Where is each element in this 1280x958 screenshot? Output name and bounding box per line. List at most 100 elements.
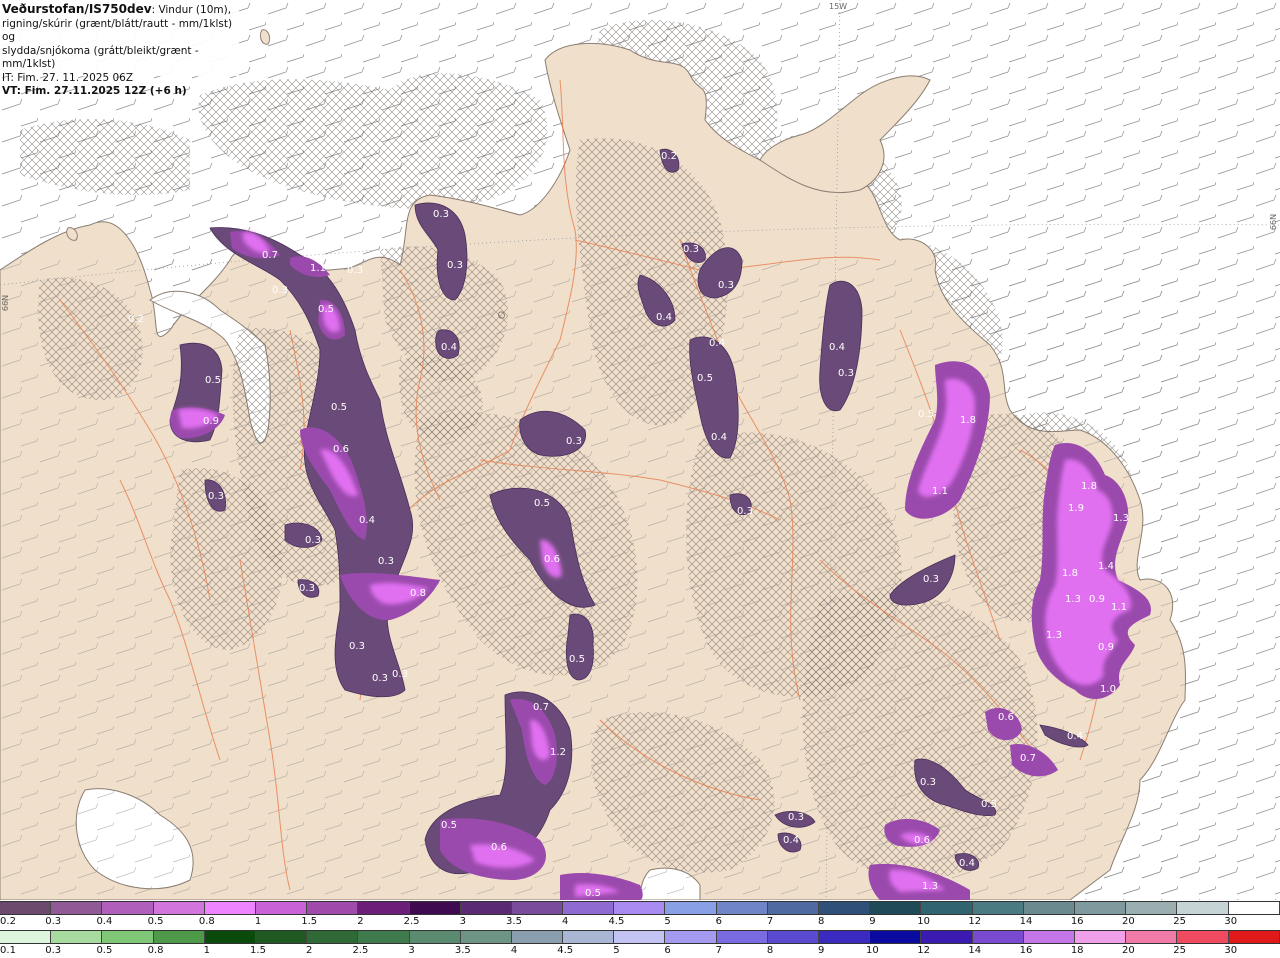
precip-value: 0.6: [333, 444, 349, 455]
legend-snow-swatch: [307, 902, 359, 914]
legend-rain-label: 1: [203, 945, 210, 956]
precip-value: 0.9: [1098, 642, 1114, 653]
legend-rain-label: 6: [664, 945, 671, 956]
precip-value: 0.3: [737, 506, 753, 517]
precip-value: 0.3: [349, 641, 365, 652]
precip-value: 1.0: [1100, 684, 1116, 695]
precip-value: 0.4: [656, 312, 672, 323]
map-header: Veðurstofan/IS750dev: Vindur (10m), rign…: [0, 0, 239, 97]
snow-legend-bar: [0, 901, 1280, 915]
meridian-label: 15W: [829, 2, 847, 11]
legend-rain-swatch: [460, 931, 512, 943]
precip-value: 0.4: [783, 835, 799, 846]
legend-rain-swatch: [716, 931, 768, 943]
legend-snow-swatch: [51, 902, 103, 914]
precip-value: 0.3: [347, 265, 363, 276]
legend-rain-label: 18: [1070, 945, 1084, 956]
legend-rain-swatch: [1126, 931, 1178, 943]
precip-value: 0.4: [711, 432, 727, 443]
snow-legend-labels: 0.2 0.3 0.4 0.5 0.8 1 1.5 2 2.5 3 3.5 4 4.5 5 6 7 8 9 10 12…: [0, 915, 1280, 929]
precip-value: 0.3: [378, 556, 394, 567]
legend-rain-swatch: [511, 931, 564, 943]
legend-rain-label: 2.5: [352, 945, 369, 956]
legend-snow-swatch: [460, 902, 512, 914]
legend-snow-swatch: [358, 902, 410, 914]
precip-value: 0.4: [441, 342, 457, 353]
legend-rain-label: 10: [866, 945, 879, 956]
legend-snow-label: 0.3: [45, 916, 62, 927]
precip-value: 0.3: [923, 574, 939, 585]
precip-value: 0.5: [534, 498, 550, 509]
precip-value: 1.2: [550, 747, 566, 758]
precip-value: 0.3: [447, 260, 463, 271]
legend-snow-swatch: [1177, 902, 1229, 914]
legend-rain-swatch: [204, 931, 256, 943]
header-line-3: slydda/snjókoma (grátt/bleikt/grænt - mm…: [2, 44, 199, 71]
precip-value: 0.4: [709, 338, 725, 349]
precip-value: 0.7: [1020, 753, 1036, 764]
precip-value: 0.3: [838, 368, 854, 379]
legend-snow-label: 6: [715, 916, 722, 927]
legend-snow-label: 7: [766, 916, 774, 927]
legend-rain-swatch: [358, 931, 410, 943]
legend-rain-label: 5: [613, 945, 620, 956]
legend-snow-swatch: [511, 902, 564, 914]
legend-rain-swatch: [1228, 931, 1280, 943]
legend-rain-label: 16: [1019, 945, 1033, 956]
precip-value: 0.3: [788, 812, 804, 823]
precip-value: 0.3: [299, 583, 315, 594]
legend-snow-swatch: [409, 902, 461, 914]
legend-snow-label: 4.5: [608, 916, 625, 927]
parallel-label-left: 66N: [1, 295, 10, 311]
precip-value: 0.3: [718, 280, 734, 291]
legend-rain-swatch: [819, 931, 871, 943]
precip-value: 0.4: [959, 858, 975, 869]
legend-rain-label: 0.8: [147, 945, 164, 956]
legend-snow-swatch: [204, 902, 256, 914]
precip-value: 0.5: [918, 409, 934, 420]
legend-snow-label: 12: [968, 916, 982, 927]
precip-value: 0.3: [208, 491, 224, 502]
precip-value: 0.7: [262, 250, 278, 261]
header-line-1-rest: : Vindur (10m),: [151, 4, 232, 16]
valid-time: VT: Fim. 27.11.2025 12Z (+6 h): [2, 85, 187, 97]
precip-value: 0.5: [318, 304, 334, 315]
legend-rain-swatch: [1023, 931, 1075, 943]
precip-value: 1.8: [1062, 568, 1078, 579]
legend-rain-swatch: [409, 931, 461, 943]
legend-rain-label: 7: [715, 945, 722, 956]
legend-rain-swatch: [563, 931, 615, 943]
legend-snow-swatch: [1126, 902, 1178, 914]
parallel-label-right: 66N: [1269, 214, 1278, 230]
wind-barbs-land: [0, 260, 1200, 900]
legend-rain-label: 4: [510, 945, 518, 956]
legend-snow-label: 8: [818, 916, 825, 927]
precip-value: 0.6: [491, 842, 507, 853]
legend-rain-swatch: [153, 931, 205, 943]
legend-snow-swatch: [819, 902, 871, 914]
legend-snow-swatch: [1074, 902, 1127, 914]
precip-value: 0.3: [683, 244, 699, 255]
legend-rain-label: 4.5: [557, 945, 574, 956]
precip-value: 1.3: [1065, 594, 1081, 605]
legend-snow-label: 20: [1122, 916, 1135, 927]
precip-value: 0.3: [392, 669, 408, 680]
legend-rain-label: 1.5: [250, 945, 266, 956]
precip-value: 0.3: [566, 436, 582, 447]
legend-snow-swatch: [1023, 902, 1075, 914]
legend-snow-swatch: [767, 902, 819, 914]
legend-snow-label: 9: [869, 916, 876, 927]
legend-rain-label: 3.5: [454, 945, 471, 956]
legend-snow-swatch: [665, 902, 717, 914]
precip-value: 1.3: [1113, 513, 1129, 524]
precip-value: 0.3: [272, 285, 288, 296]
legend-rain-swatch: [665, 931, 717, 943]
legend-snow-label: 3.5: [506, 916, 522, 927]
legend-snow-label: 3: [459, 916, 466, 927]
precip-value: 0.5: [697, 373, 713, 384]
legend-snow-label: 0.4: [96, 916, 113, 927]
legend-rain-label: 3: [408, 945, 415, 956]
legend-snow-swatch: [716, 902, 768, 914]
legend-rain-swatch: [307, 931, 359, 943]
precip-value: 0.5: [205, 375, 221, 386]
